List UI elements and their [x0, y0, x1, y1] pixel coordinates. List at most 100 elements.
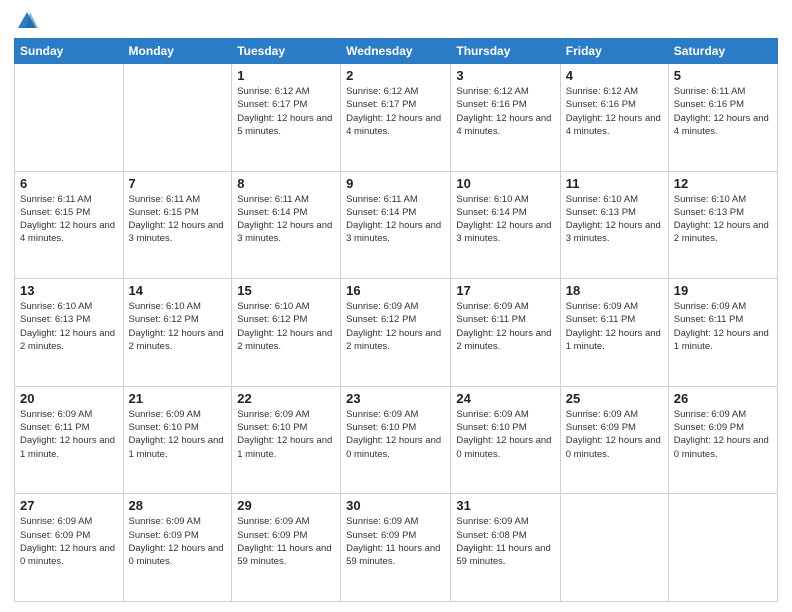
day-number: 6 [20, 176, 118, 191]
calendar-cell: 20 Sunrise: 6:09 AM Sunset: 6:11 PM Dayli… [15, 386, 124, 494]
calendar-cell: 12 Sunrise: 6:10 AM Sunset: 6:13 PM Dayli… [668, 171, 777, 279]
day-number: 21 [129, 391, 227, 406]
day-number: 22 [237, 391, 335, 406]
calendar-cell: 7 Sunrise: 6:11 AM Sunset: 6:15 PM Daylig… [123, 171, 232, 279]
calendar-cell: 30 Sunrise: 6:09 AM Sunset: 6:09 PM Dayli… [341, 494, 451, 602]
calendar-week-row: 20 Sunrise: 6:09 AM Sunset: 6:11 PM Dayli… [15, 386, 778, 494]
day-number: 4 [566, 68, 663, 83]
day-info: Sunrise: 6:09 AM Sunset: 6:12 PM Dayligh… [346, 300, 445, 353]
day-info: Sunrise: 6:09 AM Sunset: 6:09 PM Dayligh… [237, 515, 335, 568]
day-info: Sunrise: 6:10 AM Sunset: 6:13 PM Dayligh… [20, 300, 118, 353]
day-info: Sunrise: 6:12 AM Sunset: 6:17 PM Dayligh… [237, 85, 335, 138]
calendar-cell: 2Sunrise: 6:12 AM Sunset: 6:17 PM Daylig… [341, 64, 451, 172]
weekday-header-thursday: Thursday [451, 39, 560, 64]
day-info: Sunrise: 6:09 AM Sunset: 6:09 PM Dayligh… [674, 408, 772, 461]
calendar-cell: 15 Sunrise: 6:10 AM Sunset: 6:12 PM Dayli… [232, 279, 341, 387]
day-info: Sunrise: 6:09 AM Sunset: 6:11 PM Dayligh… [456, 300, 554, 353]
day-number: 1 [237, 68, 335, 83]
day-number: 12 [674, 176, 772, 191]
day-number: 14 [129, 283, 227, 298]
day-info: Sunrise: 6:12 AM Sunset: 6:16 PM Dayligh… [566, 85, 663, 138]
calendar-cell: 6 Sunrise: 6:11 AM Sunset: 6:15 PM Daylig… [15, 171, 124, 279]
day-number: 31 [456, 498, 554, 513]
weekday-header-friday: Friday [560, 39, 668, 64]
day-info: Sunrise: 6:11 AM Sunset: 6:15 PM Dayligh… [20, 193, 118, 246]
weekday-header-tuesday: Tuesday [232, 39, 341, 64]
calendar-week-row: 1 Sunrise: 6:12 AM Sunset: 6:17 PM Daylig… [15, 64, 778, 172]
calendar-cell: 23 Sunrise: 6:09 AM Sunset: 6:10 PM Dayli… [341, 386, 451, 494]
calendar-cell: 8Sunrise: 6:11 AM Sunset: 6:14 PM Daylig… [232, 171, 341, 279]
weekday-header-monday: Monday [123, 39, 232, 64]
day-number: 26 [674, 391, 772, 406]
day-number: 28 [129, 498, 227, 513]
weekday-header-sunday: Sunday [15, 39, 124, 64]
day-number: 7 [129, 176, 227, 191]
day-number: 27 [20, 498, 118, 513]
calendar-cell: 3Sunrise: 6:12 AM Sunset: 6:16 PM Daylig… [451, 64, 560, 172]
day-info: Sunrise: 6:11 AM Sunset: 6:16 PM Dayligh… [674, 85, 772, 138]
day-number: 15 [237, 283, 335, 298]
day-info: Sunrise: 6:10 AM Sunset: 6:12 PM Dayligh… [237, 300, 335, 353]
calendar-cell [15, 64, 124, 172]
day-number: 11 [566, 176, 663, 191]
day-info: Sunrise: 6:12 AM Sunset: 6:17 PM Dayligh… [346, 85, 445, 138]
calendar-cell: 18 Sunrise: 6:09 AM Sunset: 6:11 PM Dayli… [560, 279, 668, 387]
calendar-cell: 24 Sunrise: 6:09 AM Sunset: 6:10 PM Dayli… [451, 386, 560, 494]
calendar-cell: 28 Sunrise: 6:09 AM Sunset: 6:09 PM Dayli… [123, 494, 232, 602]
weekday-header-saturday: Saturday [668, 39, 777, 64]
day-info: Sunrise: 6:11 AM Sunset: 6:15 PM Dayligh… [129, 193, 227, 246]
day-number: 25 [566, 391, 663, 406]
calendar-cell [560, 494, 668, 602]
calendar-table: SundayMondayTuesdayWednesdayThursdayFrid… [14, 38, 778, 602]
day-number: 10 [456, 176, 554, 191]
calendar-cell: 11 Sunrise: 6:10 AM Sunset: 6:13 PM Dayli… [560, 171, 668, 279]
day-info: Sunrise: 6:09 AM Sunset: 6:09 PM Dayligh… [346, 515, 445, 568]
calendar-cell: 26 Sunrise: 6:09 AM Sunset: 6:09 PM Dayli… [668, 386, 777, 494]
day-info: Sunrise: 6:09 AM Sunset: 6:10 PM Dayligh… [237, 408, 335, 461]
day-info: Sunrise: 6:10 AM Sunset: 6:14 PM Dayligh… [456, 193, 554, 246]
calendar-cell: 5Sunrise: 6:11 AM Sunset: 6:16 PM Daylig… [668, 64, 777, 172]
calendar-cell [123, 64, 232, 172]
day-info: Sunrise: 6:09 AM Sunset: 6:11 PM Dayligh… [674, 300, 772, 353]
header [14, 10, 778, 32]
day-number: 30 [346, 498, 445, 513]
day-info: Sunrise: 6:09 AM Sunset: 6:11 PM Dayligh… [566, 300, 663, 353]
day-info: Sunrise: 6:09 AM Sunset: 6:11 PM Dayligh… [20, 408, 118, 461]
logo [14, 10, 38, 32]
day-info: Sunrise: 6:11 AM Sunset: 6:14 PM Dayligh… [346, 193, 445, 246]
day-number: 20 [20, 391, 118, 406]
calendar-cell: 4 Sunrise: 6:12 AM Sunset: 6:16 PM Daylig… [560, 64, 668, 172]
day-info: Sunrise: 6:10 AM Sunset: 6:13 PM Dayligh… [674, 193, 772, 246]
day-number: 9 [346, 176, 445, 191]
day-number: 13 [20, 283, 118, 298]
day-info: Sunrise: 6:11 AM Sunset: 6:14 PM Dayligh… [237, 193, 335, 246]
calendar-cell [668, 494, 777, 602]
day-info: Sunrise: 6:09 AM Sunset: 6:09 PM Dayligh… [20, 515, 118, 568]
day-number: 16 [346, 283, 445, 298]
calendar-cell: 1 Sunrise: 6:12 AM Sunset: 6:17 PM Daylig… [232, 64, 341, 172]
day-info: Sunrise: 6:09 AM Sunset: 6:10 PM Dayligh… [129, 408, 227, 461]
calendar-cell: 27 Sunrise: 6:09 AM Sunset: 6:09 PM Dayli… [15, 494, 124, 602]
day-info: Sunrise: 6:09 AM Sunset: 6:09 PM Dayligh… [129, 515, 227, 568]
calendar-week-row: 13 Sunrise: 6:10 AM Sunset: 6:13 PM Dayli… [15, 279, 778, 387]
day-number: 24 [456, 391, 554, 406]
day-number: 18 [566, 283, 663, 298]
page: SundayMondayTuesdayWednesdayThursdayFrid… [0, 0, 792, 612]
calendar-cell: 9 Sunrise: 6:11 AM Sunset: 6:14 PM Daylig… [341, 171, 451, 279]
logo-icon [16, 10, 38, 32]
day-number: 17 [456, 283, 554, 298]
calendar-cell: 17 Sunrise: 6:09 AM Sunset: 6:11 PM Dayli… [451, 279, 560, 387]
day-number: 3 [456, 68, 554, 83]
day-number: 23 [346, 391, 445, 406]
day-info: Sunrise: 6:09 AM Sunset: 6:10 PM Dayligh… [346, 408, 445, 461]
day-info: Sunrise: 6:10 AM Sunset: 6:13 PM Dayligh… [566, 193, 663, 246]
calendar-week-row: 27 Sunrise: 6:09 AM Sunset: 6:09 PM Dayli… [15, 494, 778, 602]
calendar-week-row: 6 Sunrise: 6:11 AM Sunset: 6:15 PM Daylig… [15, 171, 778, 279]
weekday-header-row: SundayMondayTuesdayWednesdayThursdayFrid… [15, 39, 778, 64]
calendar-cell: 31Sunrise: 6:09 AM Sunset: 6:08 PM Dayli… [451, 494, 560, 602]
day-number: 29 [237, 498, 335, 513]
day-number: 19 [674, 283, 772, 298]
calendar-cell: 25Sunrise: 6:09 AM Sunset: 6:09 PM Dayli… [560, 386, 668, 494]
calendar-cell: 10 Sunrise: 6:10 AM Sunset: 6:14 PM Dayli… [451, 171, 560, 279]
day-info: Sunrise: 6:09 AM Sunset: 6:10 PM Dayligh… [456, 408, 554, 461]
